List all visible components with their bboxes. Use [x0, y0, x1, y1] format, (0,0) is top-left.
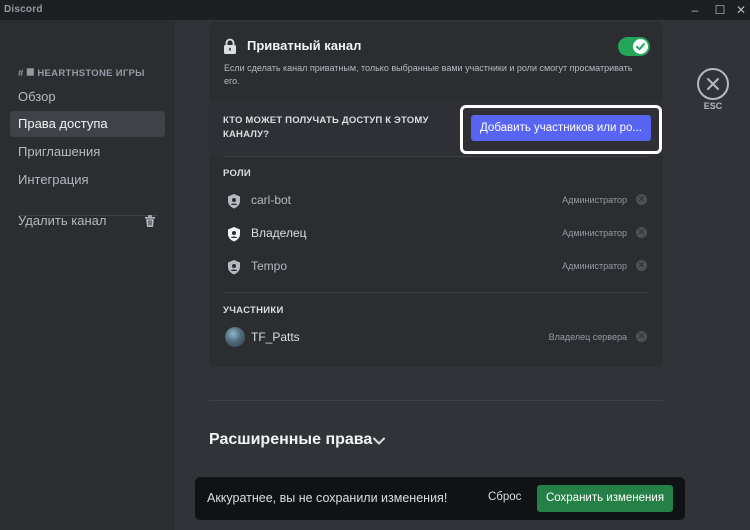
role-row-tempo: Tempo Администратор ✕: [223, 253, 649, 281]
sidebar-item-permissions[interactable]: Права доступа: [10, 111, 165, 137]
minimize-button[interactable]: –: [686, 2, 704, 18]
member-row-tf-patts: TF_Patts Владелец сервера ✕: [223, 324, 649, 352]
close-window-button[interactable]: ✕: [732, 2, 750, 18]
delete-channel-button[interactable]: Удалить канал: [10, 208, 165, 234]
settings-sidebar: # ⯀ HEARTHSTONE ИГРЫ Обзор Права доступа…: [0, 20, 175, 530]
role-name: Владелец: [251, 226, 307, 240]
close-icon: [707, 78, 719, 90]
private-channel-section: Приватный канал Если сделать канал прива…: [209, 22, 663, 100]
section-divider: [223, 156, 649, 157]
sidebar-item-overview[interactable]: Обзор: [10, 84, 165, 110]
private-channel-title: Приватный канал: [247, 38, 362, 53]
esc-label: ESC: [703, 101, 723, 111]
remove-icon[interactable]: ✕: [636, 260, 647, 271]
members-section-label: УЧАСТНИКИ: [223, 305, 284, 316]
member-name: TF_Patts: [251, 330, 300, 344]
access-question: КТО МОЖЕТ ПОЛУЧАТЬ ДОСТУП К ЭТОМУ КАНАЛУ…: [223, 115, 429, 140]
role-row-owner: Владелец Администратор ✕: [223, 220, 649, 248]
advanced-permissions-title[interactable]: Расширенные права: [209, 431, 372, 449]
sidebar-item-invites[interactable]: Приглашения: [10, 139, 165, 165]
sidebar-item-label: Обзор: [18, 89, 56, 104]
access-section: КТО МОЖЕТ ПОЛУЧАТЬ ДОСТУП К ЭТОМУ КАНАЛУ…: [209, 100, 663, 156]
trash-icon: [145, 215, 155, 227]
role-permission: Администратор: [562, 195, 627, 205]
unsaved-changes-text: Аккуратнее, вы не сохранили изменения!: [207, 491, 448, 505]
reset-button[interactable]: Сброс: [488, 491, 521, 503]
section-divider: [223, 292, 649, 293]
app-title: Discord: [4, 4, 43, 15]
sidebar-item-label: Приглашения: [18, 144, 101, 159]
roles-section-label: РОЛИ: [223, 168, 252, 179]
remove-icon[interactable]: ✕: [636, 331, 647, 342]
permissions-card: Приватный канал Если сделать канал прива…: [209, 22, 663, 367]
close-settings-button[interactable]: [697, 68, 729, 100]
check-icon: [636, 43, 645, 51]
remove-icon[interactable]: ✕: [636, 227, 647, 238]
unsaved-changes-bar: Аккуратнее, вы не сохранили изменения! С…: [195, 477, 685, 520]
title-bar: Discord – ☐ ✕: [0, 0, 750, 20]
sidebar-item-integrations[interactable]: Интеграция: [10, 167, 165, 193]
private-channel-description: Если сделать канал приватным, только выб…: [224, 63, 633, 86]
toggle-knob: [633, 39, 648, 54]
settings-content: Приватный канал Если сделать канал прива…: [175, 20, 750, 530]
avatar: [225, 327, 245, 347]
lock-icon: [224, 38, 236, 54]
remove-icon[interactable]: ✕: [636, 194, 647, 205]
shield-icon: [228, 194, 240, 209]
role-row-carl-bot: carl-bot Администратор ✕: [223, 187, 649, 215]
role-name: Tempo: [251, 259, 288, 273]
shield-icon: [228, 260, 240, 275]
delete-channel-label: Удалить канал: [18, 213, 107, 228]
maximize-button[interactable]: ☐: [711, 2, 729, 18]
role-name: carl-bot: [251, 193, 292, 207]
role-permission: Администратор: [562, 228, 627, 238]
save-changes-button[interactable]: Сохранить изменения: [537, 485, 673, 512]
private-channel-toggle[interactable]: [618, 37, 650, 56]
role-permission: Администратор: [562, 261, 627, 271]
content-divider: [209, 400, 663, 401]
chevron-down-icon[interactable]: [372, 436, 386, 446]
channel-name-header: # ⯀ HEARTHSTONE ИГРЫ: [18, 68, 145, 79]
sidebar-item-label: Интеграция: [18, 172, 89, 187]
sidebar-item-label: Права доступа: [18, 116, 108, 131]
shield-icon: [228, 227, 240, 242]
member-permission: Владелец сервера: [548, 332, 627, 342]
add-members-or-roles-button[interactable]: Добавить участников или ро...: [471, 115, 651, 141]
